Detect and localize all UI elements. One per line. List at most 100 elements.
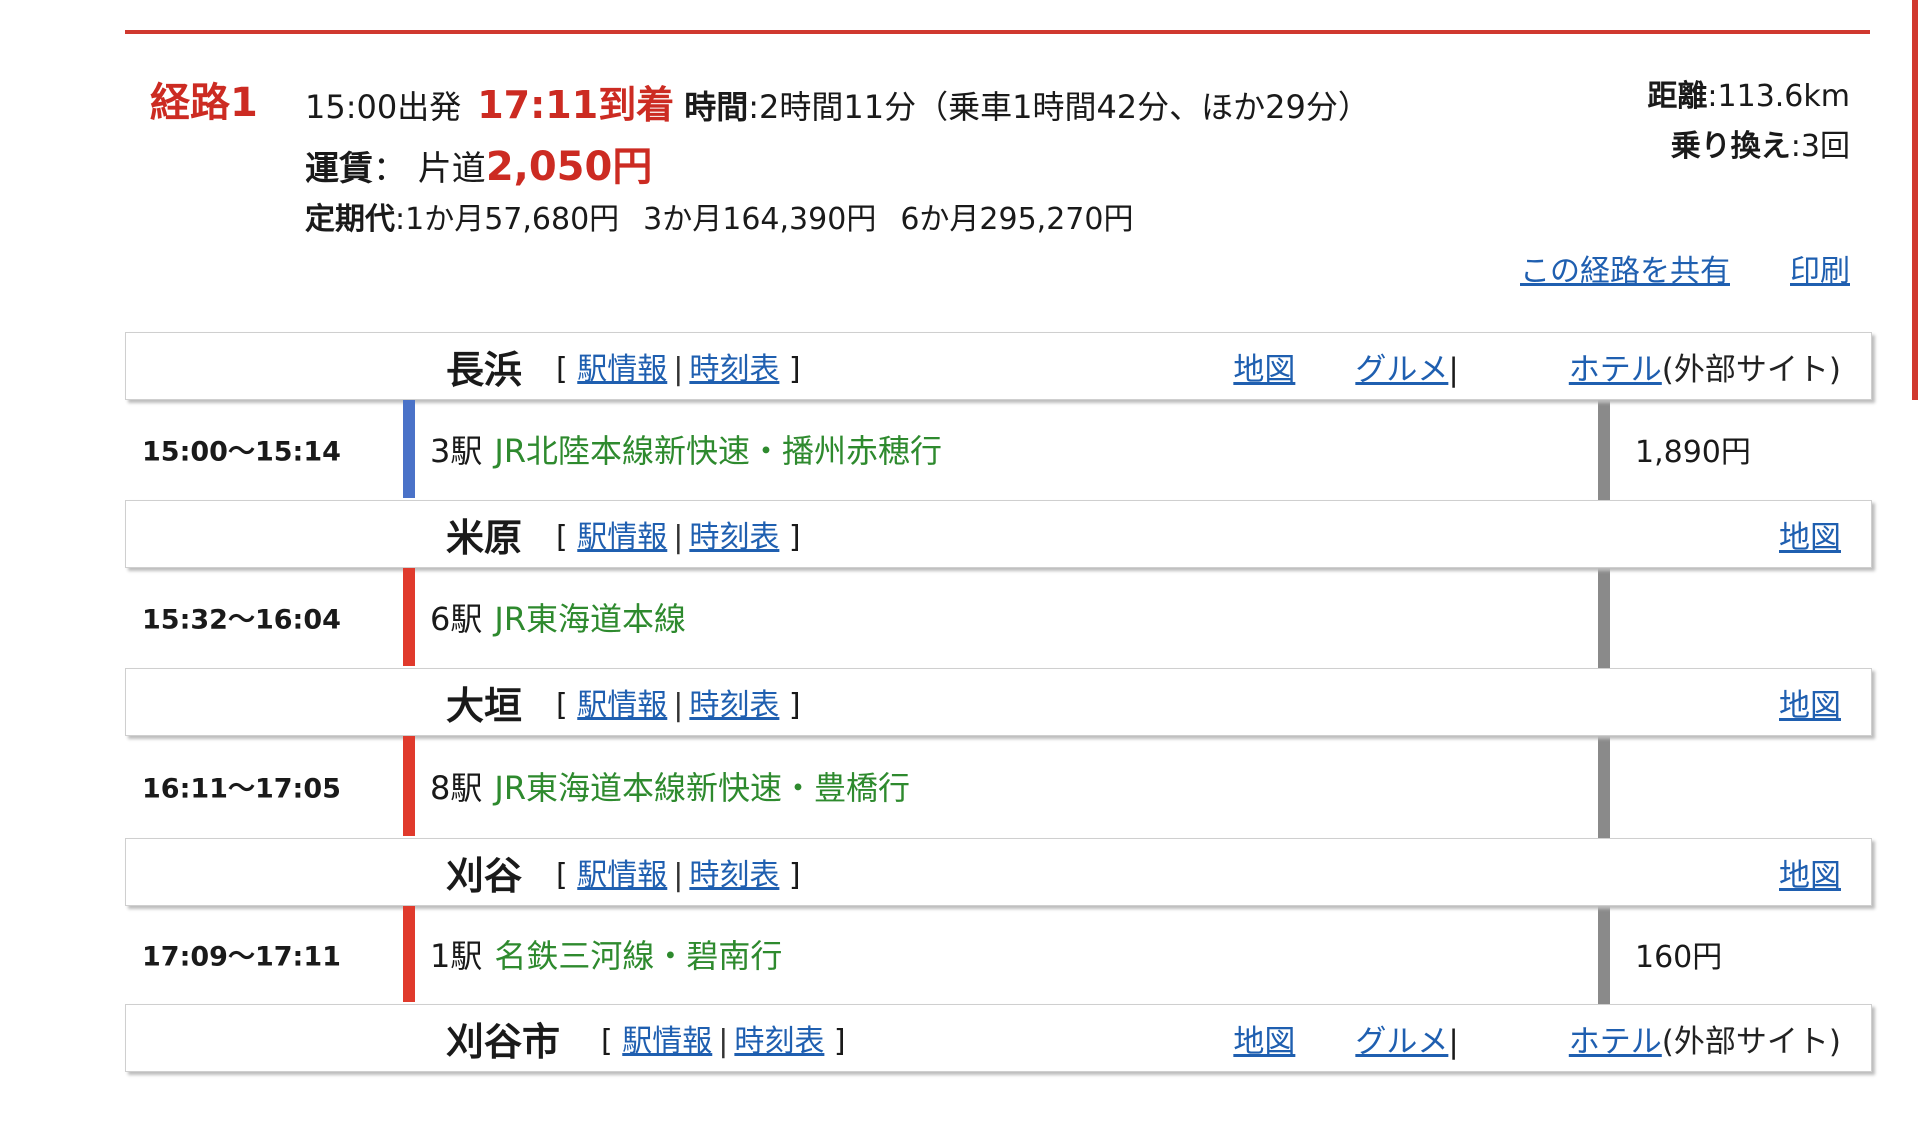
segment-time: 17:09〜17:11 [142, 941, 341, 973]
separator: | [718, 1024, 729, 1059]
station-name: 米原 [446, 515, 523, 560]
line-name: JR東海道本線新快速・豊橋行 [494, 769, 911, 807]
pass-label: 定期代 [305, 202, 395, 237]
route-summary: 経路1 15:00出発 17:11到着 時間:2時間11分（乗車1時間42分、ほか2… [125, 34, 1870, 304]
pass-1-month: :1か月57,680円 [395, 202, 620, 237]
station-name: 長浜 [446, 347, 523, 392]
station-external-links: 地図 [1719, 680, 1841, 725]
station-info-link[interactable]: 駅情報 [577, 858, 667, 893]
line-name: JR北陸本線新快速・播州赤穂行 [494, 432, 943, 470]
station-name: 刈谷市 [446, 1019, 561, 1064]
bracket-open: [ [556, 520, 568, 555]
line-color-bar [403, 568, 415, 666]
timetable-link[interactable]: 時刻表 [689, 352, 779, 387]
fare-prefix: ： 片道 [373, 149, 486, 189]
separator: | [673, 352, 684, 387]
station-links: [ 駅情報 | 時刻表 ] [556, 680, 801, 724]
segment-fare: 160円 [1635, 940, 1723, 975]
segment-time: 15:00〜15:14 [142, 436, 341, 468]
timetable-link[interactable]: 時刻表 [734, 1024, 824, 1059]
bracket-open: [ [601, 1024, 613, 1059]
distance-value: :113.6km [1707, 79, 1850, 114]
distance: 距離:113.6km [1647, 72, 1850, 122]
map-link[interactable]: 地図 [1779, 520, 1841, 556]
bracket-close: ] [788, 858, 801, 893]
station-row: 米原 [ 駅情報 | 時刻表 ] 地図 [125, 500, 1872, 568]
separator: | [673, 858, 684, 893]
station-links: [ 駅情報 | 時刻表 ] [556, 344, 801, 388]
line-name: 名鉄三河線・碧南行 [494, 937, 783, 975]
station-info-link[interactable]: 駅情報 [577, 352, 667, 387]
time-value: :2時間11分（乗車1時間42分、ほか29分） [748, 88, 1370, 126]
station-row: 長浜 [ 駅情報 | 時刻表 ] 地図 グルメ | ホテル(外部サイト) [125, 332, 1872, 400]
stop-count: 1駅 [430, 937, 483, 975]
time-label: 時間 [684, 88, 749, 126]
separator: | [673, 520, 684, 555]
segment-time: 15:32〜16:04 [142, 604, 341, 636]
station-info-link[interactable]: 駅情報 [577, 688, 667, 723]
line-color-bar [403, 906, 415, 1002]
arrival-time: 17:11到着 [477, 83, 675, 127]
bracket-close: ] [788, 520, 801, 555]
line-color-bar [403, 400, 415, 498]
line-name: JR東海道本線 [494, 600, 687, 638]
separator: | [673, 688, 684, 723]
gourmet-link[interactable]: グルメ [1355, 352, 1448, 388]
stop-count: 3駅 [430, 432, 483, 470]
segment-fare: 1,890円 [1635, 435, 1751, 470]
bracket-close: ] [788, 688, 801, 723]
station-info-link[interactable]: 駅情報 [577, 520, 667, 555]
segment-line: 3駅 JR北陸本線新快速・播州赤穂行 [430, 426, 942, 472]
line-color-bar [403, 736, 415, 836]
station-row: 刈谷市 [ 駅情報 | 時刻表 ] 地図 グルメ| ホテル(外部サイト) [125, 1004, 1872, 1072]
station-external-links: 地図 グルメ| ホテル(外部サイト) [1173, 1016, 1841, 1061]
timetable-link[interactable]: 時刻表 [689, 858, 779, 893]
external-site-note: (外部サイト) [1661, 351, 1841, 388]
station-links: [ 駅情報 | 時刻表 ] [556, 850, 801, 894]
transfers: 乗り換え:3回 [1647, 122, 1850, 172]
map-link[interactable]: 地図 [1233, 1024, 1295, 1060]
time-summary: 15:00出発 17:11到着 時間:2時間11分（乗車1時間42分、ほか29分） [305, 74, 1370, 129]
stop-count: 8駅 [430, 769, 483, 807]
station-row: 大垣 [ 駅情報 | 時刻表 ] 地図 [125, 668, 1872, 736]
hotel-link[interactable]: ホテル [1569, 1024, 1662, 1060]
fare-value: 2,050円 [485, 144, 653, 190]
segment-row: 16:11〜17:05 8駅 JR東海道本線新快速・豊橋行 [125, 736, 1870, 836]
station-name: 刈谷 [446, 853, 523, 898]
bracket-close: ] [788, 352, 801, 387]
fare-label: 運賃 [305, 149, 373, 189]
distance-transfers: 距離:113.6km 乗り換え:3回 [1647, 72, 1850, 172]
bracket-open: [ [556, 352, 568, 387]
share-route-link[interactable]: この経路を共有 [1520, 254, 1730, 289]
bracket-close: ] [833, 1024, 846, 1059]
map-link[interactable]: 地図 [1233, 352, 1295, 388]
stop-count: 6駅 [430, 600, 483, 638]
pass-3-months: 3か月164,390円 [643, 202, 877, 237]
station-row: 刈谷 [ 駅情報 | 時刻表 ] 地図 [125, 838, 1872, 906]
external-site-note: (外部サイト) [1661, 1023, 1841, 1060]
station-links: [ 駅情報 | 時刻表 ] [556, 512, 801, 556]
map-link[interactable]: 地図 [1779, 858, 1841, 894]
segment-row: 17:09〜17:11 1駅 名鉄三河線・碧南行 160円 [125, 906, 1870, 1002]
station-info-link[interactable]: 駅情報 [622, 1024, 712, 1059]
hotel-link[interactable]: ホテル [1569, 352, 1662, 388]
print-link[interactable]: 印刷 [1790, 254, 1850, 289]
summary-links: この経路を共有 印刷 [1460, 246, 1850, 290]
segment-time: 16:11〜17:05 [142, 773, 341, 805]
gourmet-link[interactable]: グルメ [1355, 1024, 1448, 1060]
station-name: 大垣 [446, 683, 523, 728]
commuter-pass-summary: 定期代:1か月57,680円 3か月164,390円 6か月295,270円 [305, 194, 1157, 238]
distance-label: 距離 [1647, 79, 1708, 114]
separator: | [1448, 1023, 1459, 1060]
timetable-link[interactable]: 時刻表 [689, 688, 779, 723]
fare-summary: 運賃： 片道2,050円 [305, 134, 652, 192]
timetable-link[interactable]: 時刻表 [689, 520, 779, 555]
segment-line: 6駅 JR東海道本線 [430, 594, 686, 640]
segment-row: 15:32〜16:04 6駅 JR東海道本線 [125, 568, 1870, 666]
bracket-open: [ [556, 858, 568, 893]
route-label: 経路1 [150, 80, 258, 126]
segment-line: 8駅 JR東海道本線新快速・豊橋行 [430, 763, 910, 809]
map-link[interactable]: 地図 [1779, 688, 1841, 724]
transfers-label: 乗り換え [1670, 129, 1791, 164]
bracket-open: [ [556, 688, 568, 723]
